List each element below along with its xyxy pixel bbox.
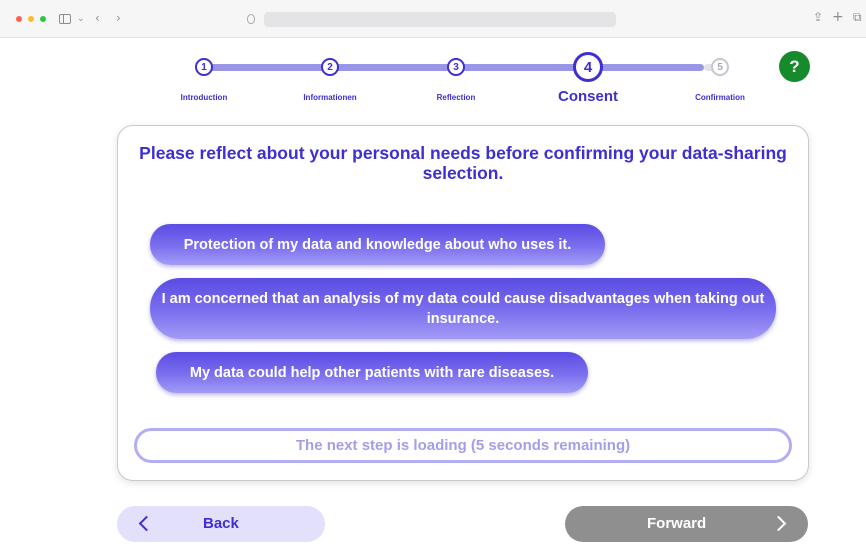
sidebar-toggle-icon[interactable]: [59, 14, 71, 24]
address-bar[interactable]: [264, 12, 616, 27]
step-3-indicator: 3: [447, 58, 465, 76]
reflection-prompt: Please reflect about your personal needs…: [139, 143, 787, 183]
step-label-introduction: Introduction: [180, 93, 228, 102]
back-arrow-icon[interactable]: ‹: [95, 12, 100, 24]
loading-indicator: The next step is loading (5 seconds rema…: [134, 428, 792, 463]
browser-toolbar: ⌄ ‹ › ⇪ + ⧉: [0, 0, 866, 38]
option-label: I am concerned that an analysis of my da…: [161, 290, 765, 327]
step-5-indicator: 5: [711, 58, 729, 76]
option-label: Protection of my data and knowledge abou…: [183, 236, 572, 253]
option-label: My data could help other patients with r…: [189, 364, 555, 381]
chevron-right-icon: [770, 515, 787, 532]
close-window-button[interactable]: [16, 16, 22, 22]
step-label-informationen: Informationen: [303, 93, 357, 102]
reflection-card: Please reflect about your personal needs…: [117, 125, 809, 481]
step-label-reflection: Reflection: [436, 93, 476, 102]
step-2-indicator: 2: [321, 58, 339, 76]
forward-button-label: Forward: [647, 515, 707, 532]
reflection-option-insurance-concern[interactable]: I am concerned that an analysis of my da…: [150, 278, 776, 339]
back-button[interactable]: Back: [117, 506, 325, 542]
forward-arrow-icon[interactable]: ›: [116, 12, 121, 24]
step-4-indicator: 4: [573, 52, 603, 82]
chevron-down-icon[interactable]: ⌄: [77, 13, 85, 25]
chevron-left-icon: [138, 515, 155, 532]
help-button[interactable]: ?: [779, 51, 810, 82]
share-icon[interactable]: ⇪: [813, 11, 823, 23]
zoom-window-button[interactable]: [40, 16, 46, 22]
help-icon: ?: [789, 56, 800, 76]
forward-button[interactable]: Forward: [565, 506, 808, 542]
tab-overview-icon[interactable]: ⧉: [853, 11, 862, 23]
loading-text: The next step is loading (5 seconds rema…: [295, 437, 631, 454]
reflection-option-help-patients[interactable]: My data could help other patients with r…: [156, 352, 588, 393]
new-tab-icon[interactable]: +: [832, 10, 844, 24]
back-button-label: Back: [203, 515, 239, 532]
minimize-window-button[interactable]: [28, 16, 34, 22]
reflection-option-data-protection[interactable]: Protection of my data and knowledge abou…: [150, 224, 605, 265]
step-label-confirmation: Confirmation: [695, 93, 745, 102]
step-label-consent: Consent: [558, 88, 618, 105]
step-1-indicator: 1: [195, 58, 213, 76]
privacy-shield-icon: [247, 14, 255, 24]
